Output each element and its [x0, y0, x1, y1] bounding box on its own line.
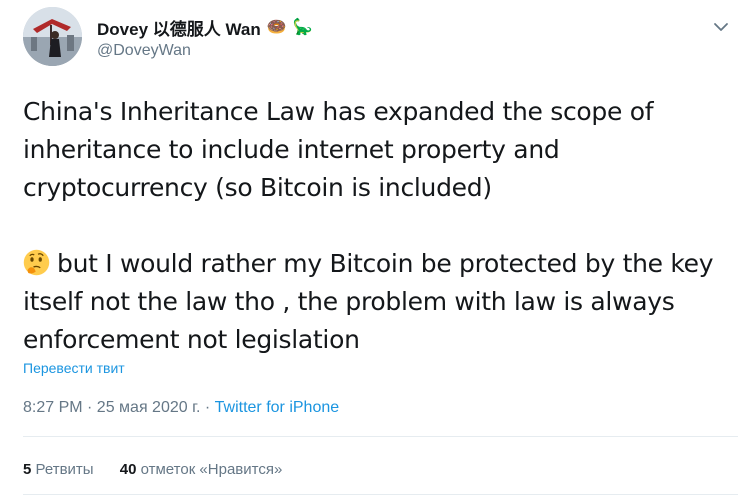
tweet-menu-button[interactable] [712, 18, 730, 36]
avatar-photo-icon [23, 7, 82, 66]
tweet-source-link[interactable]: Twitter for iPhone [215, 399, 340, 416]
tweet-paragraph-2: but I would rather my Bitcoin be protect… [23, 245, 723, 359]
translate-tweet-link[interactable]: Перевести твит [23, 360, 125, 376]
author-display-name[interactable]: Dovey 以德服人 Wan 🍩 🦕 [97, 15, 313, 40]
meta-separator: · [200, 399, 215, 416]
likes-stat[interactable]: 40 отметок «Нравится» [120, 461, 283, 478]
divider [23, 436, 738, 437]
retweets-stat[interactable]: 5 Ретвиты [23, 461, 94, 478]
author-handle[interactable]: @DoveyWan [97, 42, 191, 60]
tweet-metadata: 8:27 PM · 25 мая 2020 г. · Twitter for i… [23, 399, 339, 417]
thinking-face-icon [23, 249, 50, 276]
donut-emoji-icon: 🍩 [266, 18, 287, 36]
divider [23, 494, 738, 495]
tweet-stats: 5 Ретвиты 40 отметок «Нравится» [23, 461, 282, 478]
likes-label: отметок «Нравится» [140, 461, 283, 478]
retweets-label: Ретвиты [35, 461, 94, 478]
tweet-paragraph-2-text: but I would rather my Bitcoin be protect… [23, 249, 714, 354]
tweet-detail: Dovey 以德服人 Wan 🍩 🦕 @DoveyWan China's Inh… [0, 0, 738, 496]
dinosaur-emoji-icon: 🦕 [292, 18, 313, 36]
likes-count: 40 [119, 461, 137, 478]
avatar[interactable] [23, 7, 82, 66]
retweets-count: 5 [23, 461, 32, 478]
tweet-timestamp[interactable]: 8:27 PM · 25 мая 2020 г. [23, 399, 200, 416]
tweet-text: China's Inheritance Law has expanded the… [23, 93, 723, 359]
chevron-down-icon [714, 23, 728, 31]
tweet-paragraph-1: China's Inheritance Law has expanded the… [23, 97, 654, 202]
author-name-text: Dovey 以德服人 Wan [97, 20, 261, 39]
